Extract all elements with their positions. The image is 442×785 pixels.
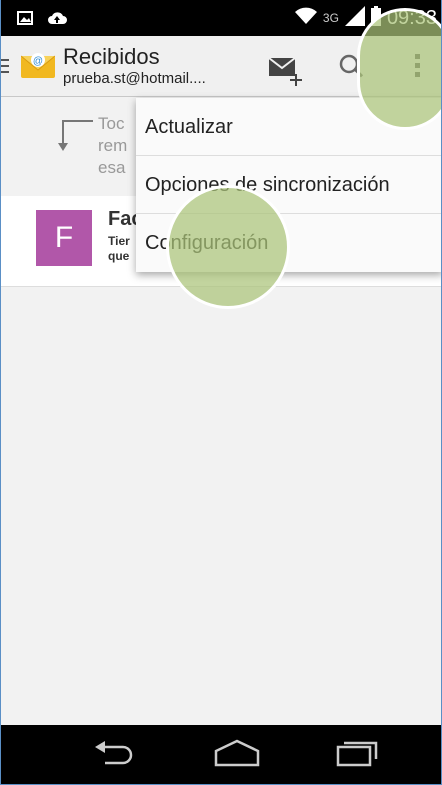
email-app-icon[interactable]: @ <box>20 50 56 84</box>
hint-line: rem <box>98 136 128 155</box>
pull-down-arrow-icon <box>57 119 93 159</box>
home-icon[interactable] <box>214 739 260 771</box>
network-type: 3G <box>322 11 339 25</box>
menu-icon[interactable] <box>1 58 9 77</box>
phone-screen: 3G 09:33 @ Recibidos prueba.st@hotmail..… <box>0 0 442 785</box>
avatar: F <box>36 210 92 266</box>
hint-line: esa <box>98 158 126 177</box>
touch-indicator <box>166 185 290 309</box>
hint-text: Toc rem esa <box>98 113 138 179</box>
account-address[interactable]: prueba.st@hotmail.... <box>63 70 206 87</box>
compose-icon[interactable] <box>268 56 305 90</box>
hint-line: Toc <box>98 114 125 133</box>
svg-text:@: @ <box>33 56 43 67</box>
page-title: Recibidos <box>63 44 160 69</box>
back-icon[interactable] <box>93 739 135 771</box>
cloud-upload-icon <box>47 10 67 29</box>
navigation-bar <box>1 725 441 784</box>
message-subject: Tier <box>108 234 130 248</box>
image-icon <box>17 10 33 29</box>
wifi-icon <box>294 7 317 29</box>
touch-indicator <box>357 8 441 130</box>
recent-apps-icon[interactable] <box>336 739 378 771</box>
signal-icon <box>344 6 365 30</box>
message-snippet: que <box>108 249 130 263</box>
